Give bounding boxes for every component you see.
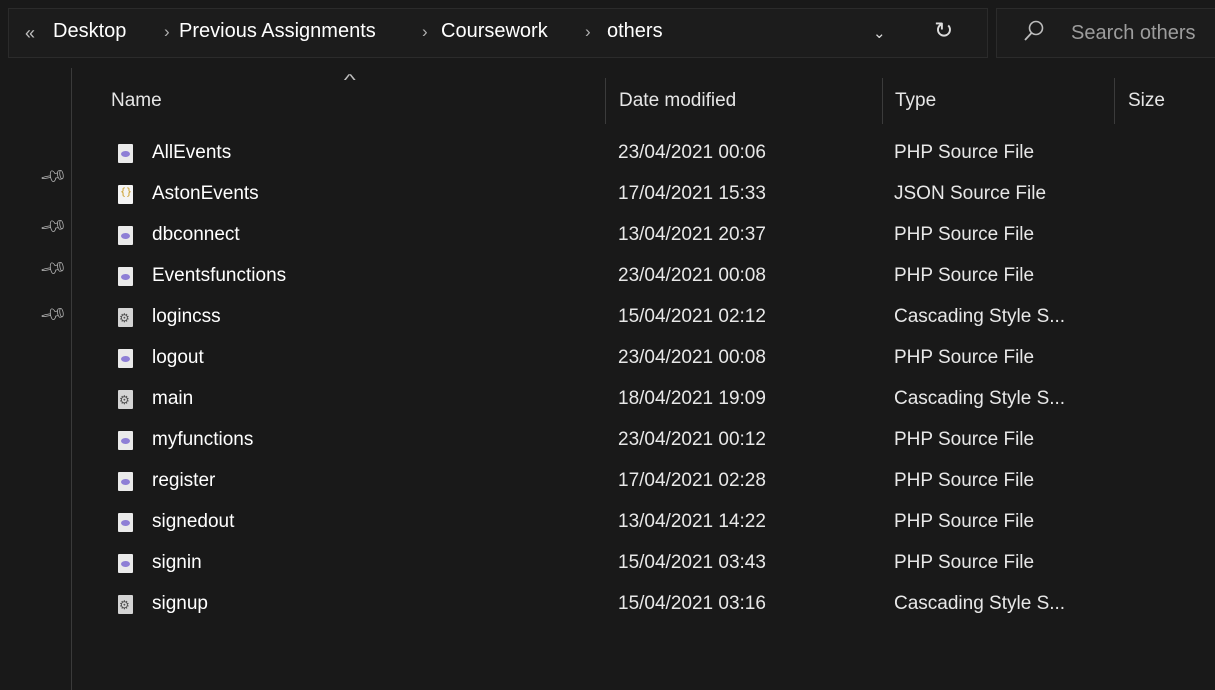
file-row[interactable]: signin 15/04/2021 03:43 PHP Source File — [73, 548, 1215, 589]
file-name: AstonEvents — [152, 183, 259, 204]
pin-icon[interactable]: 📌︎ — [38, 299, 69, 329]
json-file-icon — [118, 185, 133, 204]
search-box[interactable] — [996, 8, 1215, 58]
file-type: PHP Source File — [894, 552, 1035, 573]
php-file-icon — [118, 472, 133, 491]
css-file-icon — [118, 595, 133, 614]
column-header-type[interactable]: Type — [895, 90, 936, 112]
sort-ascending-icon: ^ — [343, 72, 356, 89]
file-type: Cascading Style S... — [894, 593, 1066, 614]
breadcrumb-overflow-button[interactable]: « — [25, 23, 35, 44]
breadcrumb-separator[interactable]: › — [585, 22, 591, 42]
search-input[interactable] — [1071, 20, 1215, 46]
file-row[interactable]: logout 23/04/2021 00:08 PHP Source File — [73, 343, 1215, 384]
file-row[interactable]: AllEvents 23/04/2021 00:06 PHP Source Fi… — [73, 138, 1215, 179]
file-list: AllEvents 23/04/2021 00:06 PHP Source Fi… — [73, 138, 1215, 630]
file-row[interactable]: AstonEvents 17/04/2021 15:33 JSON Source… — [73, 179, 1215, 220]
file-type: PHP Source File — [894, 347, 1035, 368]
php-file-icon — [118, 226, 133, 245]
file-type: PHP Source File — [894, 265, 1035, 286]
php-file-icon — [118, 554, 133, 573]
file-row[interactable]: Eventsfunctions 23/04/2021 00:08 PHP Sou… — [73, 261, 1215, 302]
file-name: logout — [152, 347, 204, 368]
file-name: signedout — [152, 511, 235, 532]
file-name: signup — [152, 593, 208, 614]
php-file-icon — [118, 513, 133, 532]
file-row[interactable]: signup 15/04/2021 03:16 Cascading Style … — [73, 589, 1215, 630]
css-file-icon — [118, 390, 133, 409]
file-name: main — [152, 388, 194, 409]
address-bar-row: « Desktop › Previous Assignments › Cours… — [0, 0, 1215, 68]
file-type: PHP Source File — [894, 470, 1035, 491]
file-date-modified: 18/04/2021 19:09 — [618, 388, 766, 409]
chevron-down-icon[interactable]: ⌄ — [873, 24, 886, 42]
file-row[interactable]: signedout 13/04/2021 14:22 PHP Source Fi… — [73, 507, 1215, 548]
file-type: PHP Source File — [894, 511, 1035, 532]
file-date-modified: 15/04/2021 02:12 — [618, 306, 766, 327]
column-header-date-modified[interactable]: Date modified — [619, 90, 736, 112]
php-file-icon — [118, 144, 133, 163]
php-file-icon — [118, 349, 133, 368]
file-date-modified: 23/04/2021 00:12 — [618, 429, 766, 450]
file-date-modified: 17/04/2021 02:28 — [618, 470, 766, 491]
column-header-name[interactable]: Name — [111, 90, 162, 112]
file-name: signin — [152, 552, 202, 573]
file-name: dbconnect — [152, 224, 240, 245]
column-resize-handle[interactable] — [882, 78, 883, 124]
file-date-modified: 15/04/2021 03:16 — [618, 593, 766, 614]
refresh-icon[interactable]: ↻ — [934, 17, 953, 44]
css-file-icon — [118, 308, 133, 327]
breadcrumb-others[interactable]: others — [607, 20, 663, 43]
file-date-modified: 23/04/2021 00:08 — [618, 347, 766, 368]
search-icon — [1024, 20, 1044, 41]
file-name: Eventsfunctions — [152, 265, 287, 286]
address-bar[interactable]: « Desktop › Previous Assignments › Cours… — [8, 8, 988, 58]
file-name: AllEvents — [152, 142, 232, 163]
file-date-modified: 13/04/2021 14:22 — [618, 511, 766, 532]
file-name: register — [152, 470, 216, 491]
navigation-pane: 📌︎ 📌︎ 📌︎ 📌︎ — [0, 68, 72, 690]
file-type: PHP Source File — [894, 429, 1035, 450]
column-resize-handle[interactable] — [605, 78, 606, 124]
file-row[interactable]: dbconnect 13/04/2021 20:37 PHP Source Fi… — [73, 220, 1215, 261]
file-type: PHP Source File — [894, 224, 1035, 245]
file-type: PHP Source File — [894, 142, 1035, 163]
php-file-icon — [118, 431, 133, 450]
file-type: JSON Source File — [894, 183, 1047, 204]
column-headers: ^ Name Date modified Type Size — [73, 72, 1215, 124]
pin-icon[interactable]: 📌︎ — [38, 161, 69, 191]
breadcrumb-desktop[interactable]: Desktop — [53, 20, 126, 43]
breadcrumb-previous-assignments[interactable]: Previous Assignments — [179, 20, 376, 43]
file-type: Cascading Style S... — [894, 388, 1066, 409]
file-date-modified: 17/04/2021 15:33 — [618, 183, 766, 204]
file-date-modified: 23/04/2021 00:06 — [618, 142, 766, 163]
file-row[interactable]: myfunctions 23/04/2021 00:12 PHP Source … — [73, 425, 1215, 466]
file-name: logincss — [152, 306, 221, 327]
pin-icon[interactable]: 📌︎ — [38, 211, 69, 241]
column-header-size[interactable]: Size — [1128, 90, 1165, 112]
file-date-modified: 23/04/2021 00:08 — [618, 265, 766, 286]
file-date-modified: 15/04/2021 03:43 — [618, 552, 766, 573]
file-row[interactable]: logincss 15/04/2021 02:12 Cascading Styl… — [73, 302, 1215, 343]
column-resize-handle[interactable] — [1114, 78, 1115, 124]
file-date-modified: 13/04/2021 20:37 — [618, 224, 766, 245]
file-row[interactable]: register 17/04/2021 02:28 PHP Source Fil… — [73, 466, 1215, 507]
breadcrumb-coursework[interactable]: Coursework — [441, 20, 548, 43]
breadcrumb-separator[interactable]: › — [422, 22, 428, 42]
php-file-icon — [118, 267, 133, 286]
file-type: Cascading Style S... — [894, 306, 1066, 327]
pin-icon[interactable]: 📌︎ — [38, 253, 69, 283]
file-name: myfunctions — [152, 429, 254, 450]
file-row[interactable]: main 18/04/2021 19:09 Cascading Style S.… — [73, 384, 1215, 425]
breadcrumb-separator[interactable]: › — [164, 22, 170, 42]
